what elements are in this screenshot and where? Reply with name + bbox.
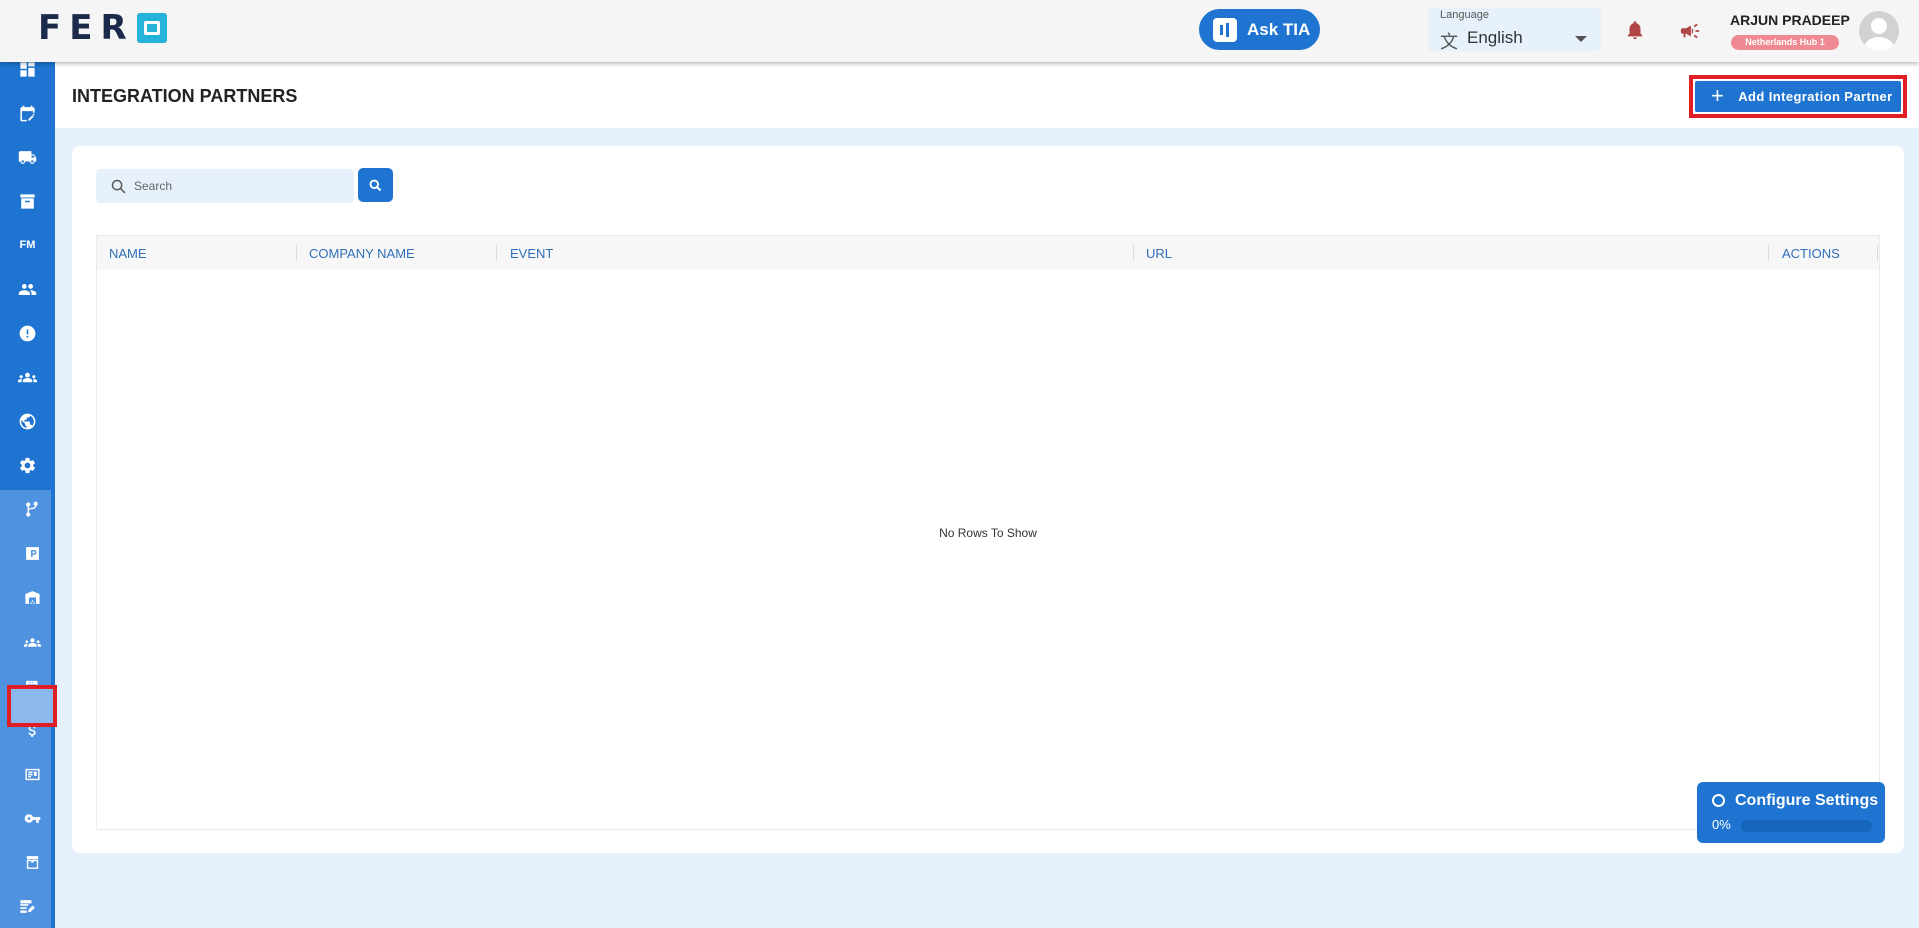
hub-badge: Netherlands Hub 1: [1731, 35, 1839, 50]
calendar-edit-icon[interactable]: [0, 98, 55, 128]
language-value: English: [1467, 28, 1523, 47]
column-divider: [496, 245, 497, 261]
translate-icon: 文: [1440, 32, 1458, 52]
parking-icon[interactable]: [0, 538, 65, 568]
fm-icon[interactable]: FM: [0, 230, 55, 260]
megaphone-icon[interactable]: [1678, 20, 1702, 42]
table-header: NAME COMPANY NAME EVENT URL ACTIONS: [97, 236, 1879, 270]
archive-icon[interactable]: [0, 186, 55, 216]
ask-tia-button[interactable]: Ask TIA: [1199, 9, 1320, 50]
truck-icon[interactable]: [0, 142, 55, 172]
logo-mark-icon: [136, 13, 167, 43]
circle-icon: [1712, 794, 1725, 807]
language-select[interactable]: Language 文 English: [1428, 8, 1601, 52]
column-header-actions[interactable]: ACTIONS: [1782, 236, 1840, 270]
sidebar: FM: [0, 61, 57, 928]
progress-bar: [1741, 820, 1872, 832]
branch-icon[interactable]: [0, 494, 65, 524]
page-title: INTEGRATION PARTNERS: [72, 86, 298, 106]
top-bar: FER Ask TIA Language 文 English ARJUN PRA…: [0, 0, 1919, 62]
group-icon[interactable]: [0, 362, 55, 392]
bell-icon[interactable]: [1624, 18, 1646, 42]
key-icon[interactable]: [0, 803, 65, 833]
users-icon[interactable]: [0, 274, 55, 304]
configure-settings-widget[interactable]: Configure Settings 0%: [1697, 782, 1885, 843]
search-button[interactable]: [358, 168, 393, 202]
search-input[interactable]: [134, 169, 344, 203]
add-button-label: Add Integration Partner: [1738, 89, 1893, 104]
notes-icon[interactable]: [0, 891, 55, 921]
integration-partners-table: NAME COMPANY NAME EVENT URL ACTIONS No R…: [96, 235, 1880, 830]
column-header-url[interactable]: URL: [1146, 236, 1172, 270]
column-divider: [1877, 245, 1878, 261]
column-header-company-name[interactable]: COMPANY NAME: [309, 236, 415, 270]
logo-text: FER: [38, 8, 135, 48]
sidebar-selected-highlight: [7, 685, 57, 727]
column-divider: [296, 245, 297, 261]
chevron-down-icon: [1575, 36, 1587, 42]
settings-icon[interactable]: [0, 450, 55, 480]
user-name[interactable]: ARJUN PRADEEP: [1730, 12, 1850, 28]
search-field[interactable]: [96, 169, 354, 203]
search-icon: [111, 179, 126, 194]
search-icon: [369, 179, 382, 191]
page-header: INTEGRATION PARTNERS: [55, 62, 1919, 128]
fero-logo[interactable]: FER: [38, 8, 167, 48]
plus-icon: +: [1711, 82, 1725, 108]
column-header-event[interactable]: EVENT: [510, 236, 553, 270]
id-card-icon[interactable]: [0, 759, 65, 789]
fm-label: FM: [19, 239, 36, 251]
avatar[interactable]: [1859, 11, 1899, 51]
ask-tia-label: Ask TIA: [1247, 19, 1311, 39]
progress-percent: 0%: [1712, 817, 1731, 832]
language-label: Language: [1440, 9, 1489, 21]
empty-state-text: No Rows To Show: [939, 526, 1037, 540]
add-integration-partner-button[interactable]: + Add Integration Partner: [1695, 81, 1901, 112]
support-icon[interactable]: [0, 406, 55, 436]
warehouse-icon[interactable]: [0, 582, 65, 612]
inbox-icon[interactable]: [0, 847, 65, 877]
integration-partners-icon[interactable]: [0, 627, 65, 657]
column-header-name[interactable]: NAME: [109, 236, 147, 270]
chat-bars-icon: [1213, 17, 1237, 42]
alert-icon[interactable]: [0, 318, 55, 348]
configure-settings-title: Configure Settings: [1735, 792, 1879, 809]
column-divider: [1133, 245, 1134, 261]
column-divider: [1768, 245, 1769, 261]
